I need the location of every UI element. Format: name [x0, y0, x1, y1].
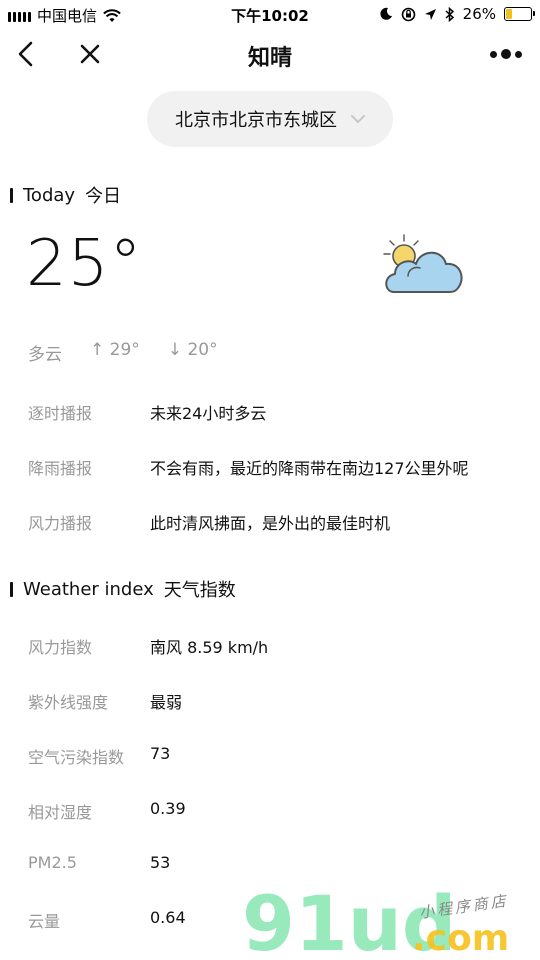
report-value: 未来24小时多云: [150, 404, 267, 423]
nav-bar: 知晴: [0, 28, 540, 82]
chevron-down-icon: [351, 114, 365, 123]
index-row: PM2.5 53: [28, 853, 530, 872]
index-value: 0.64: [150, 908, 186, 927]
report-row: 风力播报 此时清风拂面，是外出的最佳时机: [28, 510, 530, 534]
report-row: 逐时播报 未来24小时多云: [28, 400, 530, 424]
report-label: 风力播报: [28, 514, 93, 533]
report-value: 不会有雨，最近的降雨带在南边127公里外呢: [150, 459, 469, 478]
status-right: 26%: [379, 5, 535, 23]
report-row: 降雨播报 不会有雨，最近的降雨带在南边127公里外呢: [28, 455, 530, 479]
status-bar: 中国电信 下午10:02 26%: [0, 0, 540, 28]
condition-label: 多云: [28, 345, 62, 365]
index-row: 相对湿度 0.39: [28, 799, 530, 823]
index-label: 空气污染指数: [28, 748, 125, 767]
more-button[interactable]: [486, 36, 526, 72]
high-temperature: ↑ 29°: [90, 340, 140, 365]
battery-level-fill: [506, 9, 512, 19]
report-label: 降雨播报: [28, 459, 93, 478]
index-label: 风力指数: [28, 638, 93, 657]
weather-index-heading-en: Weather index: [23, 578, 154, 600]
more-dots-icon: [490, 49, 522, 59]
index-label: 紫外线强度: [28, 693, 109, 712]
partly-cloudy-icon: [383, 234, 463, 293]
index-row: 风力指数 南风 8.59 km/h: [28, 634, 530, 658]
battery-percent: 26%: [462, 5, 496, 23]
report-value: 此时清风拂面，是外出的最佳时机: [150, 514, 391, 533]
watermark-domain: .com: [412, 918, 509, 959]
low-value: 20°: [187, 340, 218, 360]
today-heading-cn: 今日: [85, 186, 122, 207]
index-value: 南风 8.59 km/h: [150, 638, 269, 657]
index-label: 云量: [28, 912, 61, 931]
bluetooth-icon: [445, 6, 454, 22]
high-value: 29°: [109, 340, 140, 360]
today-heading: Today 今日: [10, 182, 121, 208]
heading-bar: [10, 581, 13, 597]
heading-bar: [10, 187, 13, 203]
index-label: PM2.5: [28, 853, 77, 872]
index-label: 相对湿度: [28, 803, 93, 822]
weather-index-heading: Weather index 天气指数: [10, 576, 236, 602]
index-value: 53: [150, 853, 171, 872]
low-temperature: ↓ 20°: [168, 340, 218, 365]
location-arrow-icon: [424, 8, 436, 20]
today-summary: 多云 ↑ 29° ↓ 20°: [28, 340, 218, 365]
index-value: 0.39: [150, 799, 186, 818]
rotation-lock-icon: [401, 7, 415, 21]
arrow-up-icon: ↑: [90, 340, 105, 360]
moon-icon: [380, 7, 392, 20]
page-title: 知晴: [247, 46, 292, 71]
index-row: 紫外线强度 最弱: [28, 689, 530, 713]
report-label: 逐时播报: [28, 404, 93, 423]
battery-icon: [504, 7, 535, 21]
current-temperature: 25°: [26, 227, 143, 301]
location-selector[interactable]: 北京市北京市东城区: [147, 91, 393, 147]
index-row: 空气污染指数 73: [28, 744, 530, 768]
arrow-down-icon: ↓: [167, 340, 183, 360]
watermark-logo: 91ud .com 小程序商店: [242, 880, 510, 960]
index-value: 最弱: [150, 693, 183, 712]
weather-index-heading-cn: 天气指数: [163, 580, 236, 601]
location-label: 北京市北京市东城区: [175, 110, 337, 131]
today-heading-en: Today: [23, 184, 76, 206]
index-value: 73: [150, 744, 171, 763]
